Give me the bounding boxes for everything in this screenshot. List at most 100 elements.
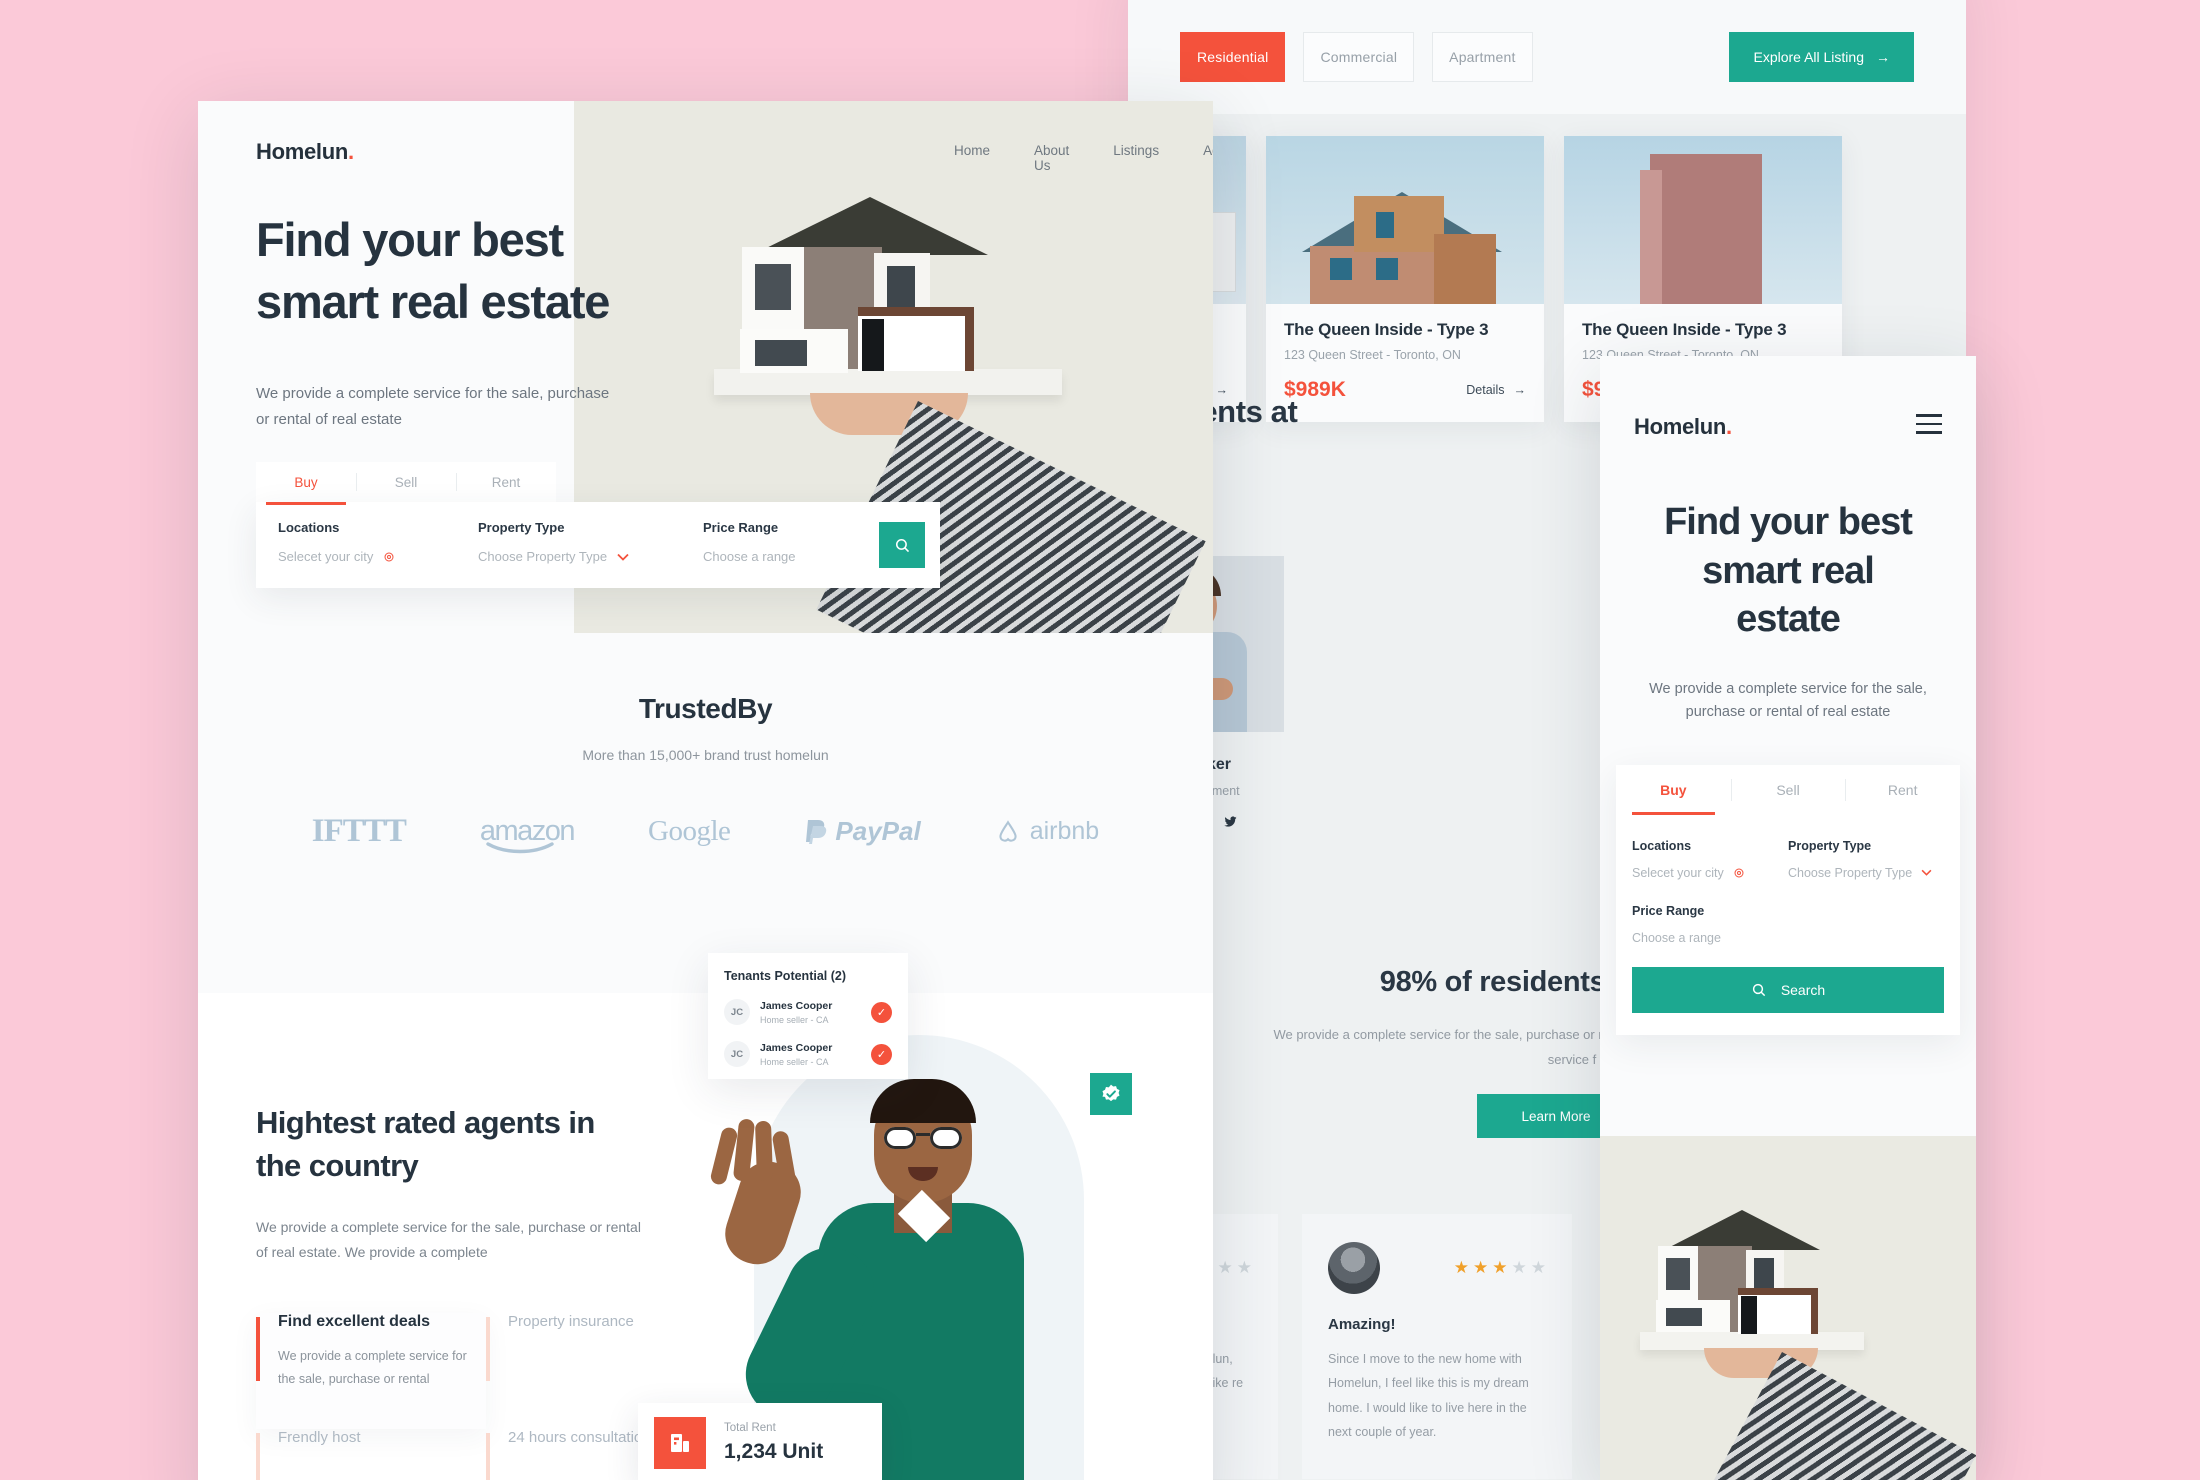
feature-find-excellent-deals[interactable]: Find excellent deals We provide a comple… [256, 1313, 486, 1429]
nav-item-about-us[interactable]: About Us [1034, 143, 1069, 173]
total-rent-value: 1,234 Unit [724, 1440, 824, 1463]
mobile-hero-title-line1: Find your best [1664, 501, 1913, 543]
tab-buy[interactable]: Buy [256, 462, 356, 505]
chevron-down-icon [617, 553, 629, 561]
listing-photo [1564, 136, 1842, 304]
tab-sell[interactable]: Sell [356, 462, 456, 502]
price-range-value: Choose a range [703, 549, 871, 564]
mobile-search-tabs: Buy Sell Rent [1616, 765, 1960, 815]
explore-all-listing-label: Explore All Listing [1753, 49, 1864, 65]
explore-all-listing-button[interactable]: Explore All Listing → [1729, 32, 1914, 82]
avatar [1328, 1242, 1380, 1294]
locations-placeholder: Selecet your city [278, 549, 374, 564]
hero-title-line1: Find your best [256, 213, 564, 266]
mobile-brand-logo[interactable]: Homelun. [1634, 414, 1732, 440]
property-type-value: Choose Property Type [478, 549, 681, 564]
logo-paypal-label: PayPal [835, 816, 921, 846]
filter-chip-commercial[interactable]: Commercial [1303, 32, 1415, 82]
logo-airbnb: airbnb [995, 817, 1100, 846]
top-agents-heading-line1: Hightest rated agents in [256, 1105, 595, 1140]
feature-title: Property insurance [508, 1313, 634, 1330]
price-range-field[interactable]: Price Range Choose a range [681, 502, 871, 588]
logo-airbnb-label: airbnb [1029, 817, 1100, 845]
airbnb-glyph-icon [999, 819, 1017, 842]
search-icon [894, 537, 911, 554]
logo-paypal: PayPal [804, 816, 921, 847]
feature-title: Find excellent deals [278, 1313, 431, 1330]
locations-field[interactable]: Locations Selecet your city [256, 502, 456, 588]
property-type-placeholder: Choose Property Type [478, 549, 608, 564]
main-navigation: Home About Us Listings Agents [954, 143, 1213, 173]
mobile-tab-rent[interactable]: Rent [1845, 765, 1960, 815]
filter-chip-apartment[interactable]: Apartment [1432, 32, 1533, 82]
trusted-by-subtitle: More than 15,000+ brand trust homelun [582, 747, 829, 763]
check-icon[interactable]: ✓ [871, 1043, 892, 1065]
mobile-brand-name: Homelun [1634, 414, 1727, 439]
hero-title: Find your best smart real estate [256, 209, 816, 333]
total-rent-card: Total Rent 1,234 Unit [638, 1403, 882, 1480]
arrow-right-icon: → [1876, 49, 1890, 65]
hamburger-menu-icon[interactable] [1916, 414, 1942, 440]
brand-logo[interactable]: Homelun. [256, 139, 354, 165]
trusted-by-title: TrustedBy [638, 693, 773, 724]
top-agents-heading-line2: the country [256, 1148, 419, 1184]
brand-logo-row: IFTTT amazon Google PayPal airbnb [198, 813, 1213, 854]
mobile-property-type-value: Choose Property Type [1788, 866, 1944, 880]
logo-google: Google [648, 815, 731, 847]
hero-subtitle: We provide a complete service for the sa… [256, 385, 610, 429]
mobile-property-type-placeholder: Choose Property Type [1788, 865, 1913, 880]
mobile-price-range-field[interactable]: Price Range Choose a range [1632, 904, 1788, 945]
tenants-potential-title: Tenants Potential (2) [724, 969, 847, 983]
feature-description: We provide a complete service for the sa… [278, 1349, 467, 1386]
property-search-widget: Buy Sell Rent Locations Selecet your cit… [256, 462, 940, 588]
price-range-label: Price Range [703, 520, 779, 535]
nav-item-agents[interactable]: Agents [1203, 143, 1213, 173]
mobile-price-range-value: Choose a range [1632, 931, 1788, 945]
logo-ifttt: IFTTT [311, 813, 407, 849]
location-pin-icon [1733, 867, 1745, 879]
rating-stars: ★ ★ ★ ★ ★ [1454, 1258, 1546, 1278]
tenant-row[interactable]: JC James Cooper Home seller - CA ✓ [724, 1041, 892, 1067]
design-canvas: Residential Commercial Apartment Explore… [0, 0, 2200, 1480]
hero-title-line2: smart real estate [256, 275, 610, 329]
mobile-search-button[interactable]: Search [1632, 966, 1944, 1013]
mobile-hero-photo [1600, 1136, 1976, 1480]
listing-photo [1266, 136, 1544, 304]
mobile-hero-title-line2: smart real [1702, 549, 1875, 592]
listing-card[interactable]: The Queen Inside - Type 3 123 Queen Stre… [1266, 136, 1544, 422]
filter-chip-residential[interactable]: Residential [1180, 32, 1286, 82]
mobile-tab-buy[interactable]: Buy [1616, 765, 1731, 815]
tenant-row[interactable]: JC James Cooper Home seller - CA ✓ [724, 999, 892, 1025]
mobile-field-spacer [1788, 904, 1944, 945]
chevron-down-icon [1921, 869, 1932, 877]
mobile-locations-label: Locations [1632, 838, 1692, 853]
nav-item-home[interactable]: Home [954, 143, 990, 173]
listing-title: The Queen Inside - Type 3 [1284, 320, 1489, 339]
feature-frendly-host[interactable]: Frendly host [256, 1429, 486, 1480]
check-icon[interactable]: ✓ [871, 1001, 892, 1023]
property-type-field[interactable]: Property Type Choose Property Type [456, 502, 681, 588]
star-icon-empty: ★ [1530, 1258, 1546, 1277]
tab-rent[interactable]: Rent [456, 462, 556, 502]
twitter-icon[interactable] [1223, 814, 1238, 829]
locations-value: Selecet your city [278, 549, 456, 564]
search-submit-button[interactable] [879, 522, 925, 568]
mobile-tab-sell[interactable]: Sell [1730, 765, 1846, 815]
property-type-label: Property Type [478, 520, 565, 535]
mobile-locations-field[interactable]: Locations Selecet your city [1632, 839, 1788, 880]
mobile-locations-value: Selecet your city [1632, 866, 1788, 880]
avatar: JC [724, 1041, 750, 1067]
tenants-potential-card: Tenants Potential (2) JC James Cooper Ho… [708, 953, 908, 1079]
mobile-brand-dot: . [1726, 414, 1732, 439]
total-rent-label: Total Rent [724, 1422, 776, 1434]
nav-item-listings[interactable]: Listings [1113, 143, 1159, 173]
search-icon [1751, 982, 1767, 998]
testimonial-text: Since I move to the new home with Homelu… [1328, 1352, 1529, 1440]
feature-title: Frendly host [278, 1429, 361, 1446]
mobile-hero-subtitle: We provide a complete service for the sa… [1649, 680, 1927, 721]
mobile-search-label: Search [1780, 981, 1826, 998]
mobile-property-type-field[interactable]: Property Type Choose Property Type [1788, 839, 1944, 880]
search-bar: Locations Selecet your city Property Typ… [256, 502, 940, 588]
mobile-field-row-1: Locations Selecet your city Property Typ… [1616, 815, 1960, 880]
brand-name: Homelun [256, 139, 349, 164]
